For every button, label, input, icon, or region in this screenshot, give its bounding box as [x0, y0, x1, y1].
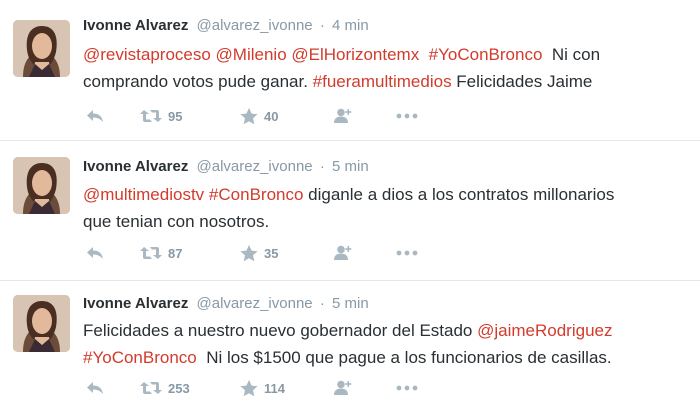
avatar[interactable] [13, 295, 70, 352]
tweet-timestamp[interactable]: 5 min [332, 295, 369, 312]
text-segment: Ni con [542, 45, 601, 64]
reply-button[interactable] [86, 106, 104, 126]
user-fullname[interactable]: Ivonne Alvarez [83, 295, 188, 312]
ellipsis-icon [396, 250, 418, 256]
user-fullname[interactable]: Ivonne Alvarez [83, 158, 188, 175]
more-button[interactable] [396, 378, 418, 398]
tweet-text: @multimediostv #ConBronco diganle a dios… [83, 181, 693, 235]
separator-dot: · [319, 158, 325, 175]
tweet-text-line: Felicidades a nuestro nuevo gobernador d… [83, 317, 693, 344]
mention-link[interactable]: @revistaproceso [83, 45, 211, 64]
text-segment: Felicidades Jaime [451, 72, 593, 91]
favorite-button[interactable]: 35 [240, 243, 278, 263]
avatar[interactable] [13, 157, 70, 214]
text-segment: diganle a dios a los contratos millonari… [303, 185, 615, 204]
avatar-photo [13, 20, 70, 77]
more-button[interactable] [396, 106, 418, 126]
retweet-count: 253 [168, 380, 190, 396]
mention-link[interactable]: @multimediostv [83, 185, 204, 204]
user-handle[interactable]: @alvarez_ivonne [197, 295, 313, 312]
reply-arrow-icon [87, 110, 103, 122]
tweet-text-line: @revistaproceso @Milenio @ElHorizontemx … [83, 41, 693, 68]
ellipsis-icon [396, 113, 418, 119]
avatar[interactable] [13, 20, 70, 77]
retweet-button[interactable]: 253 [140, 378, 190, 398]
tweet-header: Ivonne Alvarez @alvarez_ivonne · 5 min [83, 157, 369, 177]
add-user-icon [334, 108, 352, 123]
favorite-count: 114 [264, 380, 285, 396]
tweet-text-line: que tenian con nosotros. [83, 208, 693, 235]
user-handle[interactable]: @alvarez_ivonne [197, 158, 313, 175]
follow-button[interactable] [332, 243, 352, 263]
reply-arrow-icon [87, 247, 103, 259]
text-segment: que tenian con nosotros. [83, 212, 270, 231]
mention-link[interactable]: @jaimeRodriguez [477, 321, 612, 340]
user-handle[interactable]: @alvarez_ivonne [197, 17, 313, 34]
favorite-count: 40 [264, 108, 279, 124]
hashtag-link[interactable]: #ConBronco [209, 185, 304, 204]
star-icon [240, 244, 258, 261]
mention-link[interactable]: @ElHorizontemx [291, 45, 419, 64]
hashtag-link[interactable]: #fueramultimedios [313, 72, 452, 91]
tweet[interactable]: Ivonne Alvarez @alvarez_ivonne · 4 min @… [0, 0, 700, 141]
separator-dot: · [319, 295, 325, 312]
favorite-button[interactable]: 40 [240, 106, 278, 126]
retweet-icon [140, 382, 162, 394]
more-button[interactable] [396, 243, 418, 263]
retweet-icon [140, 110, 162, 122]
avatar-photo [13, 157, 70, 214]
user-fullname[interactable]: Ivonne Alvarez [83, 17, 188, 34]
separator-dot: · [319, 17, 325, 34]
star-icon [240, 107, 258, 124]
follow-button[interactable] [332, 106, 352, 126]
tweet-text-line: #YoConBronco Ni los $1500 que pague a lo… [83, 344, 693, 371]
retweet-icon [140, 247, 162, 259]
text-segment: Felicidades a nuestro nuevo gobernador d… [83, 321, 478, 340]
tweet-text-line: comprando votos pude ganar. #fueramultim… [83, 68, 693, 95]
star-icon [240, 379, 258, 396]
tweet-text: Felicidades a nuestro nuevo gobernador d… [83, 317, 693, 371]
tweet-timestamp[interactable]: 4 min [332, 17, 369, 34]
retweet-count: 95 [168, 108, 183, 124]
text-segment: comprando votos pude ganar. [83, 72, 313, 91]
tweet[interactable]: Ivonne Alvarez @alvarez_ivonne · 5 min @… [0, 141, 700, 281]
tweet[interactable]: Ivonne Alvarez @alvarez_ivonne · 5 min F… [0, 281, 700, 406]
text-segment: Ni los $1500 que pague a los funcionario… [196, 348, 612, 367]
add-user-icon [334, 380, 352, 395]
tweet-header: Ivonne Alvarez @alvarez_ivonne · 5 min [83, 294, 369, 314]
retweet-button[interactable]: 95 [140, 106, 182, 126]
tweet-text: @revistaproceso @Milenio @ElHorizontemx … [83, 41, 693, 95]
favorite-button[interactable]: 114 [240, 378, 285, 398]
reply-button[interactable] [86, 378, 104, 398]
text-segment [419, 45, 428, 64]
timeline: Ivonne Alvarez @alvarez_ivonne · 4 min @… [0, 0, 700, 406]
tweet-timestamp[interactable]: 5 min [332, 158, 369, 175]
add-user-icon [334, 245, 352, 260]
ellipsis-icon [396, 385, 418, 391]
tweet-header: Ivonne Alvarez @alvarez_ivonne · 4 min [83, 16, 369, 36]
favorite-count: 35 [264, 245, 279, 261]
reply-arrow-icon [87, 382, 103, 394]
avatar-photo [13, 295, 70, 352]
hashtag-link[interactable]: #YoConBronco [429, 45, 543, 64]
follow-button[interactable] [332, 378, 352, 398]
mention-link[interactable]: @Milenio [216, 45, 287, 64]
retweet-count: 87 [168, 245, 183, 261]
reply-button[interactable] [86, 243, 104, 263]
tweet-text-line: @multimediostv #ConBronco diganle a dios… [83, 181, 693, 208]
hashtag-link[interactable]: #YoConBronco [83, 348, 197, 367]
retweet-button[interactable]: 87 [140, 243, 182, 263]
